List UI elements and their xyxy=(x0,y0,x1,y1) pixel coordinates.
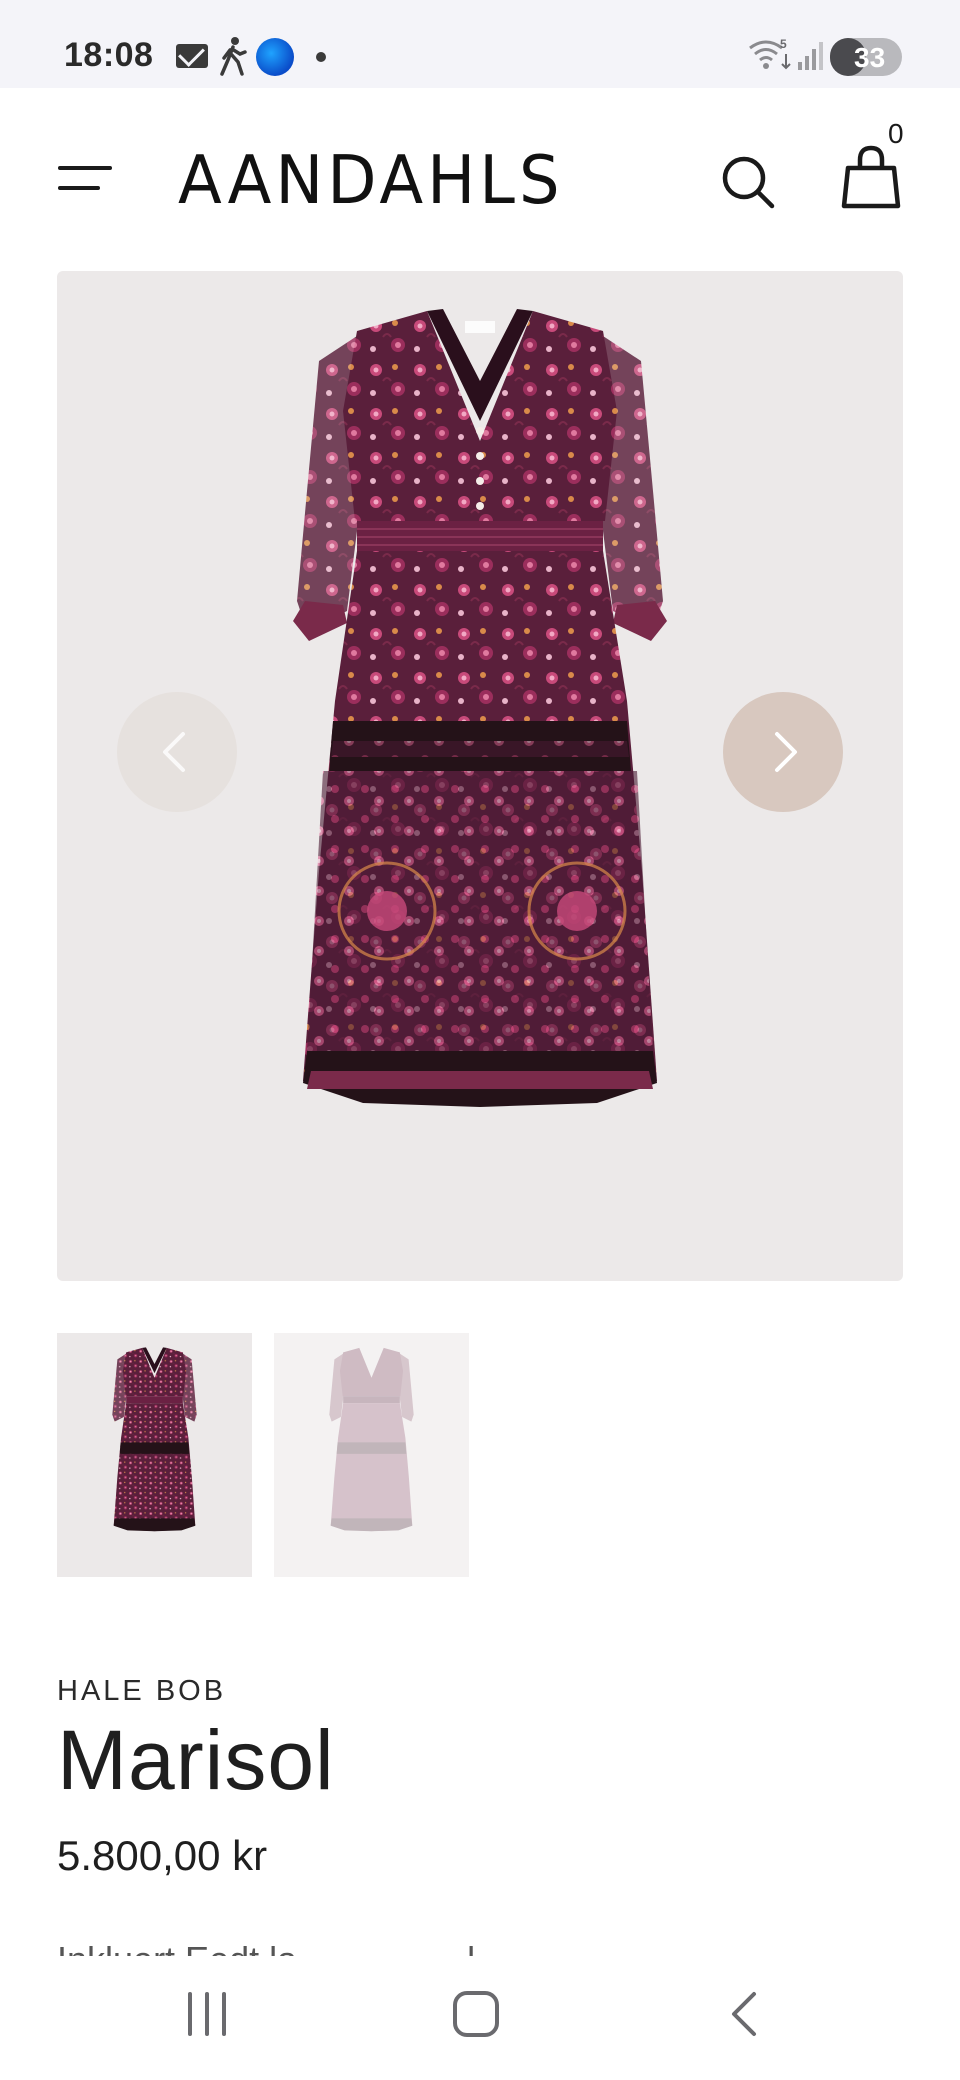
status-time: 18:08 xyxy=(64,36,154,74)
product-image[interactable] xyxy=(57,271,903,1281)
cart-icon[interactable] xyxy=(840,144,902,210)
app-icon xyxy=(256,38,294,76)
battery-icon: 33 xyxy=(830,38,902,76)
site-header: AANDAHLS 0 xyxy=(0,88,960,268)
dot-icon xyxy=(316,52,326,62)
status-bar: 18:08 5 33 xyxy=(0,0,960,88)
chevron-left-icon xyxy=(163,732,185,772)
product-brand[interactable]: HALE BOB xyxy=(57,1675,226,1708)
signal-icon xyxy=(798,42,823,70)
battery-level: 33 xyxy=(854,42,886,73)
dress-faded-thumbnail[interactable] xyxy=(274,1333,469,1577)
chevron-right-icon xyxy=(775,732,797,772)
previous-image-button[interactable] xyxy=(117,692,237,812)
next-image-button[interactable] xyxy=(723,692,843,812)
dress-front-thumbnail[interactable] xyxy=(57,1333,252,1577)
mail-icon xyxy=(176,44,208,68)
product-description: Inkluert Eedt la ... ... ... ... l... xyxy=(57,1930,917,1956)
walking-icon xyxy=(220,37,247,76)
recent-apps-icon[interactable] xyxy=(184,1990,230,2038)
product-price: 5.800,00 kr xyxy=(57,1832,268,1879)
wifi-icon: 5 xyxy=(749,37,791,70)
home-icon[interactable] xyxy=(452,1990,500,2038)
svg-text:5: 5 xyxy=(780,37,787,51)
product-title: Marisol xyxy=(57,1713,335,1807)
search-icon[interactable] xyxy=(718,152,778,212)
system-nav-bar xyxy=(0,1956,960,2080)
site-logo[interactable]: AANDAHLS xyxy=(178,142,564,220)
back-icon[interactable] xyxy=(726,1990,762,2038)
cart-count: 0 xyxy=(888,118,904,149)
menu-icon[interactable] xyxy=(58,166,114,192)
